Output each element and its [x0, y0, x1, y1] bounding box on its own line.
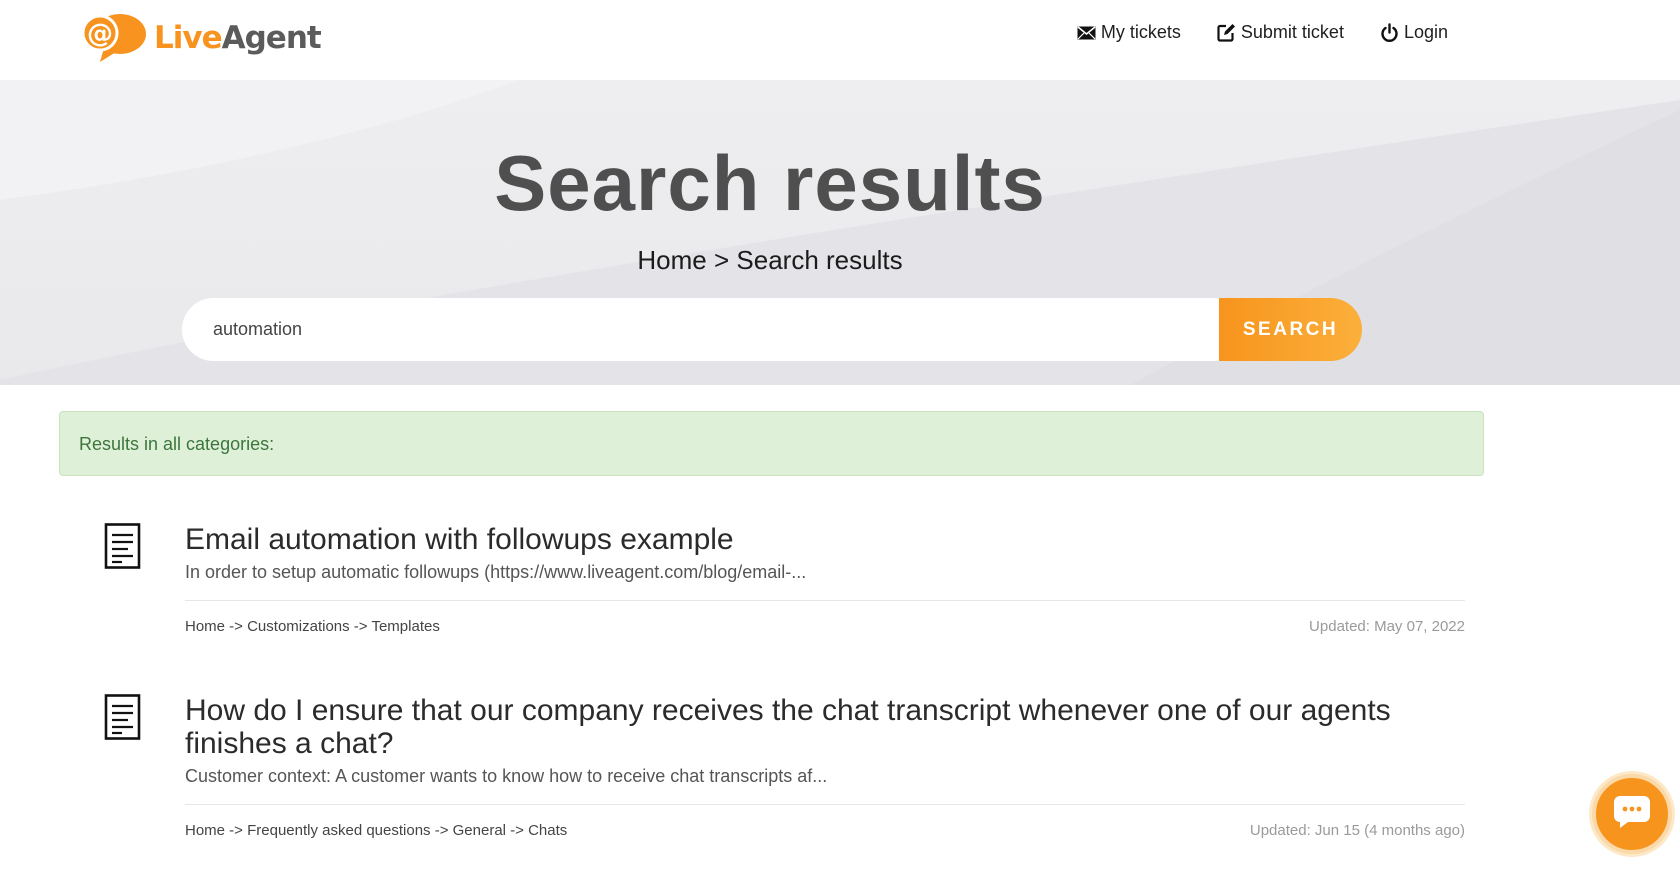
- nav-login[interactable]: Login: [1380, 22, 1448, 43]
- site-header: @ LiveAgent My tickets Submit ticket Log…: [0, 0, 1680, 80]
- chat-widget-button[interactable]: [1592, 774, 1672, 854]
- breadcrumb-separator: >: [706, 245, 737, 275]
- result-title-link[interactable]: Email automation with followups example: [185, 523, 1465, 556]
- breadcrumb-current: Search results: [736, 245, 903, 275]
- result-updated-date: Updated: May 07, 2022: [1309, 618, 1465, 635]
- nav-label: Submit ticket: [1240, 22, 1344, 42]
- liveagent-logo[interactable]: @ LiveAgent: [81, 12, 322, 64]
- result-meta: Home -> Customizations -> Templates Upda…: [185, 618, 1465, 635]
- result-meta: Home -> Frequently asked questions -> Ge…: [185, 822, 1465, 839]
- breadcrumb: Home > Search results: [0, 245, 1540, 276]
- search-input[interactable]: [182, 298, 1219, 361]
- result-divider: [185, 600, 1465, 601]
- hero-section: Search results Home > Search results SEA…: [0, 80, 1680, 385]
- power-icon: [1380, 22, 1399, 43]
- result-body: How do I ensure that our company receive…: [185, 694, 1465, 839]
- svg-text:@: @: [87, 19, 113, 49]
- chat-bubble-icon: [1612, 794, 1652, 835]
- logo-badge-icon: @: [81, 12, 146, 64]
- search-form: SEARCH: [182, 298, 1362, 361]
- breadcrumb-home-link[interactable]: Home: [637, 245, 706, 275]
- page-title: Search results: [494, 139, 1046, 227]
- result-category-path: Home -> Frequently asked questions -> Ge…: [185, 822, 568, 839]
- result-category-path: Home -> Customizations -> Templates: [185, 618, 440, 635]
- result-excerpt: Customer context: A customer wants to kn…: [185, 766, 828, 786]
- result-divider: [185, 804, 1465, 805]
- logo-wordmark: LiveAgent: [154, 20, 322, 56]
- envelope-icon: [1077, 25, 1096, 41]
- top-nav: My tickets Submit ticket Login: [1077, 22, 1448, 43]
- edit-icon: [1217, 23, 1236, 42]
- search-button[interactable]: SEARCH: [1219, 298, 1362, 361]
- result-title-link[interactable]: How do I ensure that our company receive…: [185, 694, 1465, 760]
- nav-label: Login: [1403, 22, 1448, 42]
- result-updated-date: Updated: Jun 15 (4 months ago): [1249, 822, 1465, 839]
- nav-submit-ticket[interactable]: Submit ticket: [1217, 22, 1344, 43]
- results-notice: Results in all categories:: [59, 411, 1484, 476]
- nav-label: My tickets: [1100, 22, 1181, 42]
- document-icon: [104, 523, 142, 569]
- result-body: Email automation with followups example …: [185, 523, 1465, 635]
- document-icon: [104, 694, 142, 740]
- result-excerpt: In order to setup automatic followups (h…: [185, 562, 807, 582]
- nav-my-tickets[interactable]: My tickets: [1077, 22, 1181, 43]
